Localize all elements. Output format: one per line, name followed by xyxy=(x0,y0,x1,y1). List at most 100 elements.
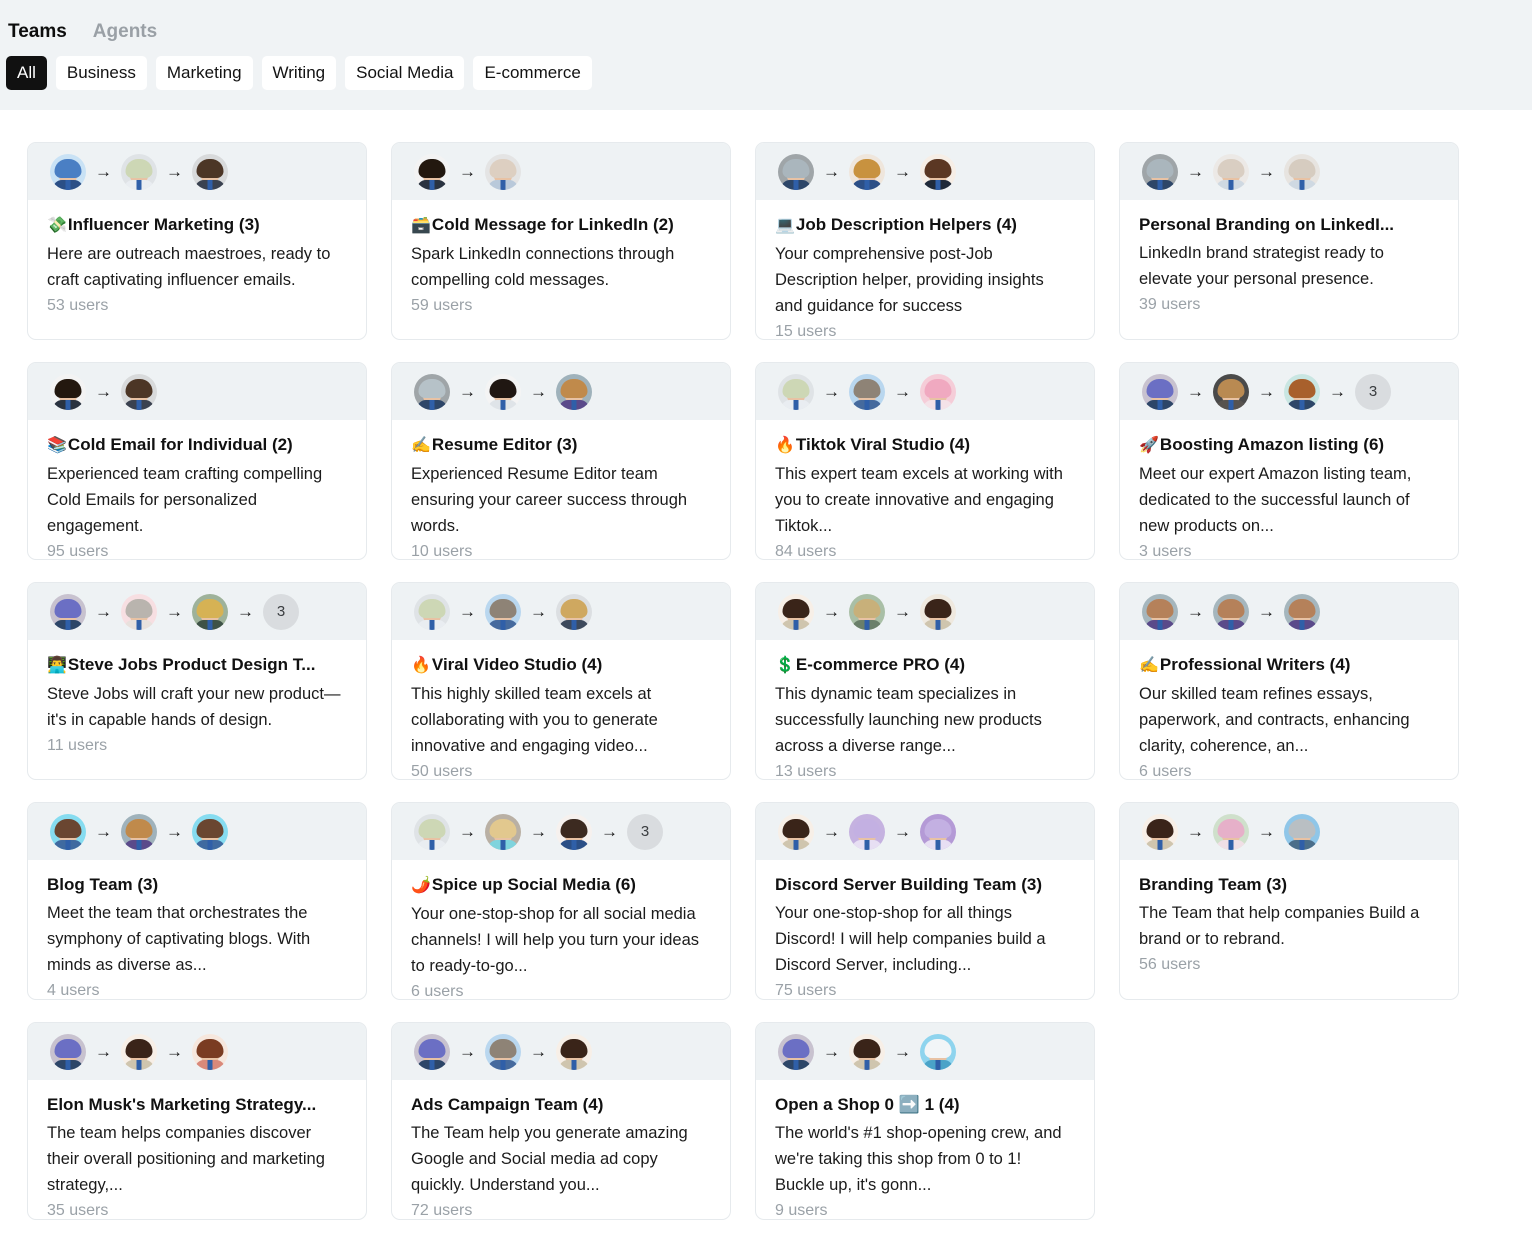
agent-avatar[interactable] xyxy=(414,153,450,190)
agent-avatar[interactable] xyxy=(1284,153,1320,190)
agent-avatar[interactable] xyxy=(121,1033,157,1070)
team-title: Discord Server Building Team (3) xyxy=(775,874,1075,895)
filter-chip-writing[interactable]: Writing xyxy=(261,56,337,90)
arrow-right-icon: → xyxy=(1258,382,1275,401)
team-card[interactable]: → → Branding Team (3) The Team that help co… xyxy=(1119,802,1459,1000)
agent-avatar[interactable] xyxy=(556,1033,592,1070)
agent-avatar[interactable] xyxy=(50,813,86,850)
team-card[interactable]: → → ✍️Professional Writers (4) Our skilled … xyxy=(1119,582,1459,780)
team-description: Meet the team that orchestrates the symp… xyxy=(47,904,311,975)
team-card[interactable]: → → Discord Server Building Team (3) Your o… xyxy=(755,802,1095,1000)
team-card-body: 💻Job Description Helpers (4) Your compreh… xyxy=(756,200,1094,340)
agent-avatar[interactable] xyxy=(485,813,521,850)
avatar-row: → xyxy=(414,153,521,190)
agent-avatar[interactable] xyxy=(192,1033,228,1070)
team-card[interactable]: → → → 3 🚀Boosting Amazon listing (6) Meet our… xyxy=(1119,362,1459,560)
agent-avatar[interactable] xyxy=(920,813,956,850)
team-card[interactable]: → → 💲E-commerce PRO (4) This dynamic team s… xyxy=(755,582,1095,780)
agent-avatar[interactable] xyxy=(485,1033,521,1070)
filter-chip-marketing[interactable]: Marketing xyxy=(155,56,253,90)
team-user-count: 3 users xyxy=(1139,543,1192,560)
agent-avatar[interactable] xyxy=(778,1033,814,1070)
agent-avatar[interactable] xyxy=(50,153,86,190)
filter-chip-e-commerce[interactable]: E-commerce xyxy=(473,56,592,90)
team-card[interactable]: → → 💸Influencer Marketing (3) Here are outr… xyxy=(27,142,367,340)
team-card[interactable]: → → Elon Musk's Marketing Strategy... The t… xyxy=(27,1022,367,1220)
team-description: The team helps companies discover their … xyxy=(47,1124,325,1195)
team-card[interactable]: → → Open a Shop 0 ➡️ 1 (4) The world's #1 s… xyxy=(755,1022,1095,1220)
agent-avatar[interactable] xyxy=(414,373,450,410)
avatar-overflow-count[interactable]: 3 xyxy=(263,593,299,630)
filter-chip-social-media[interactable]: Social Media xyxy=(345,56,465,90)
agent-avatar[interactable] xyxy=(1142,813,1178,850)
avatar-overflow-count[interactable]: 3 xyxy=(627,813,663,850)
team-emoji-icon: 💲 xyxy=(775,657,795,674)
agent-avatar[interactable] xyxy=(849,593,885,630)
agent-avatar[interactable] xyxy=(1213,813,1249,850)
team-card[interactable]: → → Personal Branding on LinkedI... LinkedI… xyxy=(1119,142,1459,340)
team-card[interactable]: → → → 3 👨‍💻Steve Jobs Product Design T... Ste… xyxy=(27,582,367,780)
agent-avatar[interactable] xyxy=(849,153,885,190)
arrow-right-icon: → xyxy=(894,602,911,621)
agent-avatar[interactable] xyxy=(778,373,814,410)
team-user-count: 15 users xyxy=(775,323,837,340)
team-card[interactable]: → 📚Cold Email for Individual (2) Experienc… xyxy=(27,362,367,560)
agent-avatar[interactable] xyxy=(849,813,885,850)
agent-avatar[interactable] xyxy=(849,1033,885,1070)
team-title-text: Branding Team (3) xyxy=(1139,875,1287,894)
agent-avatar[interactable] xyxy=(778,153,814,190)
agent-avatar[interactable] xyxy=(920,1033,956,1070)
avatar-overflow-count[interactable]: 3 xyxy=(1355,373,1391,410)
agent-avatar[interactable] xyxy=(849,373,885,410)
team-card[interactable]: → → Ads Campaign Team (4) The Team help you… xyxy=(391,1022,731,1220)
agent-avatar[interactable] xyxy=(1142,153,1178,190)
team-card[interactable]: → → ✍️Resume Editor (3) Experienced Resume … xyxy=(391,362,731,560)
agent-avatar[interactable] xyxy=(556,813,592,850)
team-card[interactable]: → → Blog Team (3) Meet the team that orches… xyxy=(27,802,367,1000)
agent-avatar[interactable] xyxy=(556,593,592,630)
agent-avatar[interactable] xyxy=(485,593,521,630)
agent-avatar[interactable] xyxy=(121,153,157,190)
agent-avatar[interactable] xyxy=(50,373,86,410)
team-card[interactable]: → → → 3 🌶️Spice up Social Media (6) Your one-… xyxy=(391,802,731,1000)
agent-avatar[interactable] xyxy=(778,813,814,850)
team-description: The world's #1 shop-opening crew, and we… xyxy=(775,1124,1062,1195)
agent-avatar[interactable] xyxy=(485,373,521,410)
agent-avatar[interactable] xyxy=(50,593,86,630)
agent-avatar[interactable] xyxy=(1142,593,1178,630)
tab-agents[interactable]: Agents xyxy=(93,12,157,52)
team-card[interactable]: → → 💻Job Description Helpers (4) Your compr… xyxy=(755,142,1095,340)
agent-avatar[interactable] xyxy=(50,1033,86,1070)
agent-avatar[interactable] xyxy=(920,373,956,410)
team-avatar-flow: → → xyxy=(392,583,730,640)
agent-avatar[interactable] xyxy=(121,593,157,630)
agent-avatar[interactable] xyxy=(414,1033,450,1070)
agent-avatar[interactable] xyxy=(1284,373,1320,410)
team-card[interactable]: → → 🔥Tiktok Viral Studio (4) This expert te… xyxy=(755,362,1095,560)
agent-avatar[interactable] xyxy=(920,593,956,630)
agent-avatar[interactable] xyxy=(485,153,521,190)
agent-avatar[interactable] xyxy=(778,593,814,630)
agent-avatar[interactable] xyxy=(1284,813,1320,850)
agent-avatar[interactable] xyxy=(1284,593,1320,630)
agent-avatar[interactable] xyxy=(1142,373,1178,410)
filter-chip-business[interactable]: Business xyxy=(55,56,147,90)
agent-avatar[interactable] xyxy=(192,813,228,850)
team-card[interactable]: → → 🔥Viral Video Studio (4) This highly ski… xyxy=(391,582,731,780)
agent-avatar[interactable] xyxy=(920,153,956,190)
tab-teams[interactable]: Teams xyxy=(8,12,67,52)
agent-avatar[interactable] xyxy=(1213,153,1249,190)
agent-avatar[interactable] xyxy=(121,373,157,410)
filter-chip-all[interactable]: All xyxy=(6,56,47,90)
agent-avatar[interactable] xyxy=(192,153,228,190)
agent-avatar[interactable] xyxy=(1213,593,1249,630)
agent-avatar[interactable] xyxy=(121,813,157,850)
team-emoji-icon: 🌶️ xyxy=(411,877,431,894)
agent-avatar[interactable] xyxy=(556,373,592,410)
agent-avatar[interactable] xyxy=(1213,373,1249,410)
agent-avatar[interactable] xyxy=(192,593,228,630)
agent-avatar[interactable] xyxy=(414,813,450,850)
team-avatar-flow: → → xyxy=(392,363,730,420)
team-card[interactable]: → 🗃️Cold Message for LinkedIn (2) Spark Li… xyxy=(391,142,731,340)
agent-avatar[interactable] xyxy=(414,593,450,630)
